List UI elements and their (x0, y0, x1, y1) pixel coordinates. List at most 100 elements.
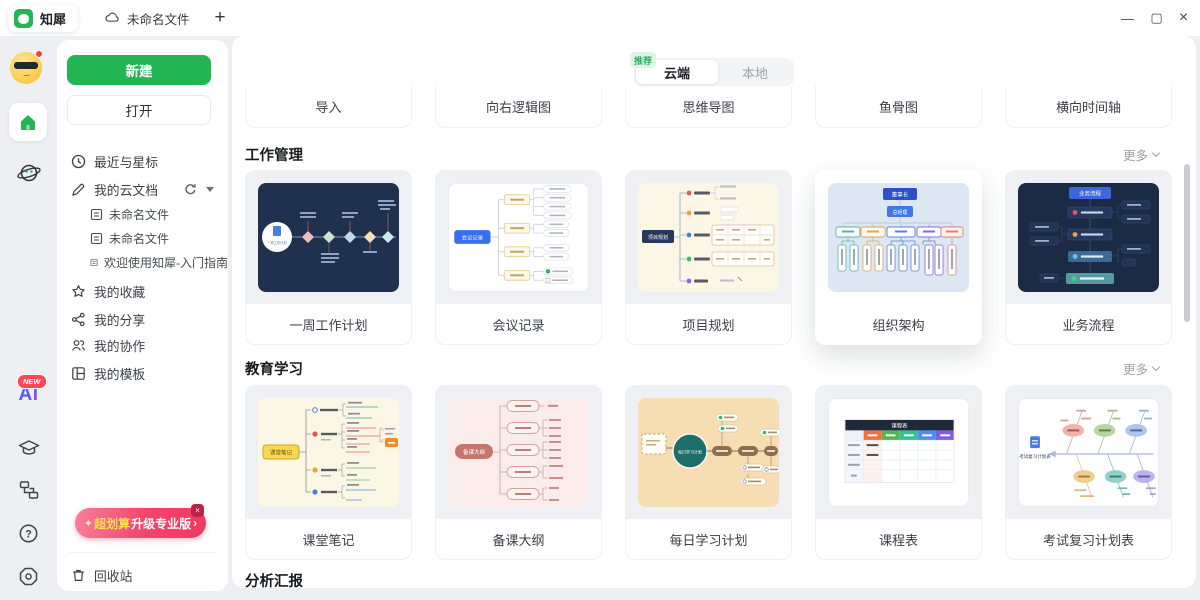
svg-text:总经理: 总经理 (892, 209, 907, 216)
nav-flowchart[interactable] (0, 479, 57, 501)
template-card-fishbone[interactable]: 鱼骨图 (815, 86, 982, 128)
refresh-icon[interactable] (184, 183, 197, 196)
svg-text:考试复习计划表: 考试复习计划表 (1019, 453, 1051, 460)
card-row-work: 一周工作计划 一周工作计划 会议记录 (232, 170, 1196, 345)
section-header-analysis: 分析汇报 (245, 570, 1183, 590)
pencil-icon (71, 182, 86, 197)
minimize-button[interactable]: — (1114, 0, 1141, 36)
card-title: 组织架构 (872, 315, 924, 334)
svg-text:备课大纲: 备课大纲 (463, 448, 486, 456)
sidebar-item-label: 最近与星标 (94, 152, 158, 171)
left-rail: NEW AI ? (0, 36, 57, 600)
business-process-thumbnail: 业务流程 (1018, 183, 1159, 292)
nav-home-active[interactable] (9, 103, 47, 141)
doc-list-item[interactable]: 欢迎使用知犀-入门指南 (57, 252, 228, 272)
flowchart-icon (18, 479, 40, 501)
trash-icon (71, 568, 86, 583)
home-icon (18, 112, 38, 132)
document-icon (90, 256, 98, 269)
sidebar-item-favorites[interactable]: 我的收藏 (57, 280, 228, 302)
sidebar: 新建 打开 最近与星标 我的云文档 未命名文件 (57, 40, 228, 591)
doc-title: 未命名文件 (109, 230, 169, 247)
upgrade-banner[interactable]: ✦ 超划算 升级专业版 › × (75, 508, 206, 538)
banner-close-icon[interactable]: × (191, 504, 204, 517)
app-logo[interactable]: 知犀 (8, 5, 78, 32)
template-card-label: 向右逻辑图 (486, 97, 551, 116)
nav-discover[interactable] (0, 566, 57, 587)
toggle-local[interactable]: 本地 (718, 60, 792, 84)
sidebar-item-label: 我的模板 (94, 364, 145, 383)
svg-text:董事长: 董事长 (892, 191, 909, 199)
card-title: 业务流程 (1062, 315, 1114, 334)
svg-text:每日学习计划: 每日学习计划 (678, 449, 702, 455)
section-title: 分析汇报 (245, 570, 303, 591)
exam-review-thumbnail: 考试复习计划表 (1019, 399, 1159, 506)
sidebar-item-collaboration[interactable]: 我的协作 (57, 334, 228, 356)
toggle-local-label: 本地 (742, 63, 768, 82)
avatar-sunglasses (14, 62, 38, 69)
new-tab-button[interactable]: + (206, 4, 234, 32)
sidebar-item-recycle-bin[interactable]: 回收站 (57, 564, 228, 586)
banner-text: 升级专业版 (131, 515, 191, 532)
app-name: 知犀 (40, 9, 66, 28)
svg-text:一周工作计划: 一周工作计划 (267, 240, 286, 245)
template-card-class-schedule[interactable]: 课程表 课程表 (815, 385, 982, 560)
org-chart-thumbnail: 董事长 总经理 (828, 183, 969, 292)
sidebar-item-cloud-docs[interactable]: 我的云文档 (57, 178, 228, 200)
top-bar: 知犀 未命名文件 + — ▢ × (0, 0, 1200, 36)
help-icon: ? (18, 523, 39, 544)
card-title: 项目规划 (682, 315, 734, 334)
template-card-mindmap[interactable]: 思维导图 (625, 86, 792, 128)
class-schedule-thumbnail: 课程表 (829, 399, 969, 506)
template-card-exam-review[interactable]: 考试复习计划表 (1005, 385, 1172, 560)
doc-list-item[interactable]: 未命名文件 (57, 204, 228, 224)
template-card-timeline[interactable]: 横向时间轴 (1005, 86, 1172, 128)
template-card-meeting-notes[interactable]: 会议记录 (435, 170, 602, 345)
template-card-import[interactable]: 导入 (245, 86, 412, 128)
template-card-label: 思维导图 (682, 97, 734, 116)
document-tab[interactable]: 未命名文件 (96, 0, 198, 36)
close-button[interactable]: × (1170, 0, 1197, 36)
nav-ai[interactable]: NEW AI (0, 384, 57, 406)
scrollbar-thumb[interactable] (1184, 164, 1190, 322)
nav-help[interactable]: ? (0, 523, 57, 544)
card-title: 课程表 (879, 530, 918, 549)
project-planning-thumbnail: 项目规划 (638, 183, 779, 292)
chevron-down-icon (1152, 362, 1160, 370)
maximize-button[interactable]: ▢ (1143, 0, 1170, 36)
open-document-button[interactable]: 打开 (67, 95, 211, 125)
chevron-down-icon[interactable] (206, 187, 214, 192)
sidebar-item-recent[interactable]: 最近与星标 (57, 150, 228, 172)
planet-icon (16, 160, 42, 186)
more-link[interactable]: 更多 (1123, 145, 1159, 164)
app-logo-icon (14, 9, 33, 28)
template-card-lesson-outline[interactable]: 备课大纲 (435, 385, 602, 560)
template-card-weekly-plan[interactable]: 一周工作计划 一周工作计划 (245, 170, 412, 345)
svg-text:?: ? (25, 529, 32, 541)
template-card-label: 鱼骨图 (879, 97, 918, 116)
svg-text:会议记录: 会议记录 (462, 233, 484, 241)
sidebar-item-label: 我的收藏 (94, 282, 145, 301)
more-link[interactable]: 更多 (1123, 359, 1159, 378)
template-card-daily-study-plan[interactable]: 每日学习计划 (625, 385, 792, 560)
star-icon (71, 284, 86, 299)
avatar[interactable] (10, 52, 42, 84)
sidebar-item-templates[interactable]: 我的模板 (57, 362, 228, 384)
document-tab-title: 未命名文件 (127, 9, 190, 28)
storage-toggle: 推荐 云端 本地 (634, 58, 794, 86)
new-document-button[interactable]: 新建 (67, 55, 211, 85)
sidebar-item-shares[interactable]: 我的分享 (57, 308, 228, 330)
template-card-label: 导入 (315, 97, 341, 116)
template-card-right-logic[interactable]: 向右逻辑图 (435, 86, 602, 128)
template-card-project-planning[interactable]: 项目规划 (625, 170, 792, 345)
card-title: 会议记录 (492, 315, 544, 334)
nav-community[interactable] (0, 160, 57, 186)
template-card-business-process[interactable]: 业务流程 (1005, 170, 1172, 345)
template-card-class-notes[interactable]: 课堂笔记 (245, 385, 412, 560)
card-title: 备课大纲 (492, 530, 544, 549)
nav-education[interactable] (0, 436, 57, 460)
doc-list-item[interactable]: 未命名文件 (57, 228, 228, 248)
toggle-cloud[interactable]: 推荐 云端 (636, 60, 718, 84)
template-card-org-chart[interactable]: 董事长 总经理 (815, 170, 982, 345)
card-title: 课堂笔记 (302, 530, 354, 549)
